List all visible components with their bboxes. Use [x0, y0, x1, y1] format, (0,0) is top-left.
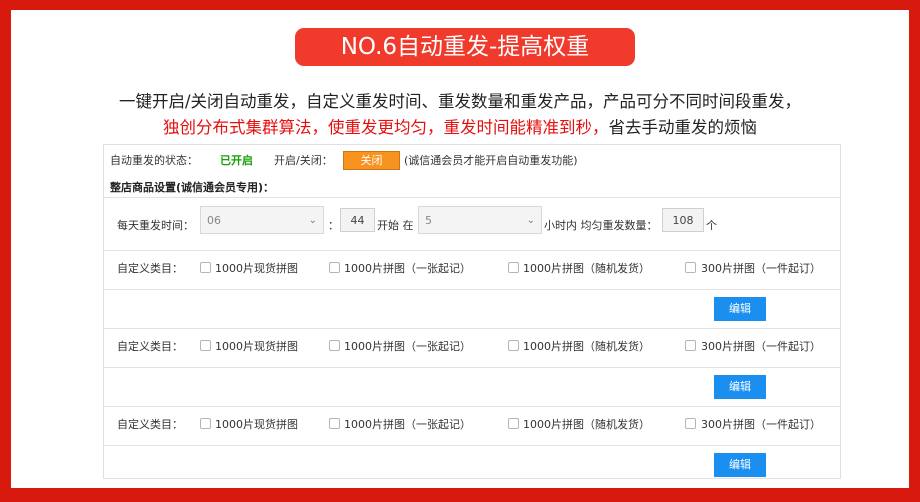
- category-checkbox[interactable]: [685, 340, 696, 351]
- category-option: 1000片拼图（一张起记）: [344, 418, 471, 431]
- category-label: 自定义类目：: [117, 340, 183, 353]
- category-option: 1000片拼图（一张起记）: [344, 340, 471, 353]
- status-label: 自动重发的状态：: [110, 154, 198, 167]
- category-checkbox[interactable]: [685, 262, 696, 273]
- category-checkbox[interactable]: [200, 418, 211, 429]
- duration-select[interactable]: 5 ⌄: [418, 206, 542, 234]
- chevron-down-icon: ⌄: [308, 215, 317, 226]
- category-checkbox[interactable]: [200, 262, 211, 273]
- membership-note: (诚信通会员才能开启自动重发功能): [404, 154, 578, 167]
- time-separator: ：: [328, 219, 339, 232]
- count-unit: 个: [706, 219, 717, 232]
- auto-resend-panel: 自动重发的状态： 已开启 开启/关闭： 关闭 (诚信通会员才能开启自动重发功能)…: [103, 144, 841, 479]
- status-value: 已开启: [220, 154, 253, 167]
- category-option: 1000片拼图（随机发货）: [523, 262, 650, 275]
- section-title: 整店商品设置(诚信通会员专用)：: [110, 181, 275, 194]
- category-checkbox[interactable]: [329, 418, 340, 429]
- description-line-1: 一键开启/关闭自动重发，自定义重发时间、重发数量和重发产品，产品可分不同时间段重…: [118, 92, 802, 111]
- divider: [104, 250, 840, 251]
- category-option: 1000片拼图（一张起记）: [344, 262, 471, 275]
- minute-input[interactable]: 44: [340, 208, 375, 232]
- category-label: 自定义类目：: [117, 262, 183, 275]
- daily-time-label: 每天重发时间：: [117, 219, 194, 232]
- category-checkbox[interactable]: [508, 262, 519, 273]
- category-option: 1000片拼图（随机发货）: [523, 340, 650, 353]
- category-checkbox[interactable]: [685, 418, 696, 429]
- toggle-off-button[interactable]: 关闭: [343, 151, 400, 170]
- category-option: 300片拼图（一件起订）: [701, 262, 821, 275]
- divider: [104, 328, 840, 329]
- category-checkbox[interactable]: [508, 340, 519, 351]
- category-checkbox[interactable]: [329, 340, 340, 351]
- resend-count-input[interactable]: 108: [662, 208, 704, 232]
- edit-button[interactable]: 编辑: [714, 453, 766, 477]
- category-label: 自定义类目：: [117, 418, 183, 431]
- divider: [104, 367, 840, 368]
- page-title: NO.6自动重发-提高权重: [295, 28, 635, 66]
- divider: [104, 289, 840, 290]
- chevron-down-icon: ⌄: [526, 215, 535, 226]
- hour-value: 06: [207, 214, 221, 227]
- within-hours-text: 小时内 均匀重发数量：: [544, 219, 658, 232]
- description-line-2: 独创分布式集群算法，使重发更均匀，重发时间能精准到秒，省去手动重发的烦恼: [0, 114, 920, 138]
- divider: [104, 406, 840, 407]
- description-tail: 省去手动重发的烦恼: [608, 118, 758, 137]
- category-option: 300片拼图（一件起订）: [701, 418, 821, 431]
- toggle-label: 开启/关闭：: [274, 154, 333, 167]
- edit-button[interactable]: 编辑: [714, 375, 766, 399]
- edit-button[interactable]: 编辑: [714, 297, 766, 321]
- category-checkbox[interactable]: [329, 262, 340, 273]
- hour-select[interactable]: 06 ⌄: [200, 206, 324, 234]
- category-option: 300片拼图（一件起订）: [701, 340, 821, 353]
- description-highlight: 独创分布式集群算法，使重发更均匀，重发时间能精准到秒，: [163, 118, 609, 137]
- duration-value: 5: [425, 214, 432, 227]
- divider: [104, 445, 840, 446]
- category-checkbox[interactable]: [200, 340, 211, 351]
- category-option: 1000片现货拼图: [215, 262, 298, 275]
- category-option: 1000片现货拼图: [215, 340, 298, 353]
- divider: [104, 197, 840, 198]
- category-option: 1000片现货拼图: [215, 418, 298, 431]
- start-text: 开始 在: [377, 219, 414, 232]
- category-option: 1000片拼图（随机发货）: [523, 418, 650, 431]
- category-checkbox[interactable]: [508, 418, 519, 429]
